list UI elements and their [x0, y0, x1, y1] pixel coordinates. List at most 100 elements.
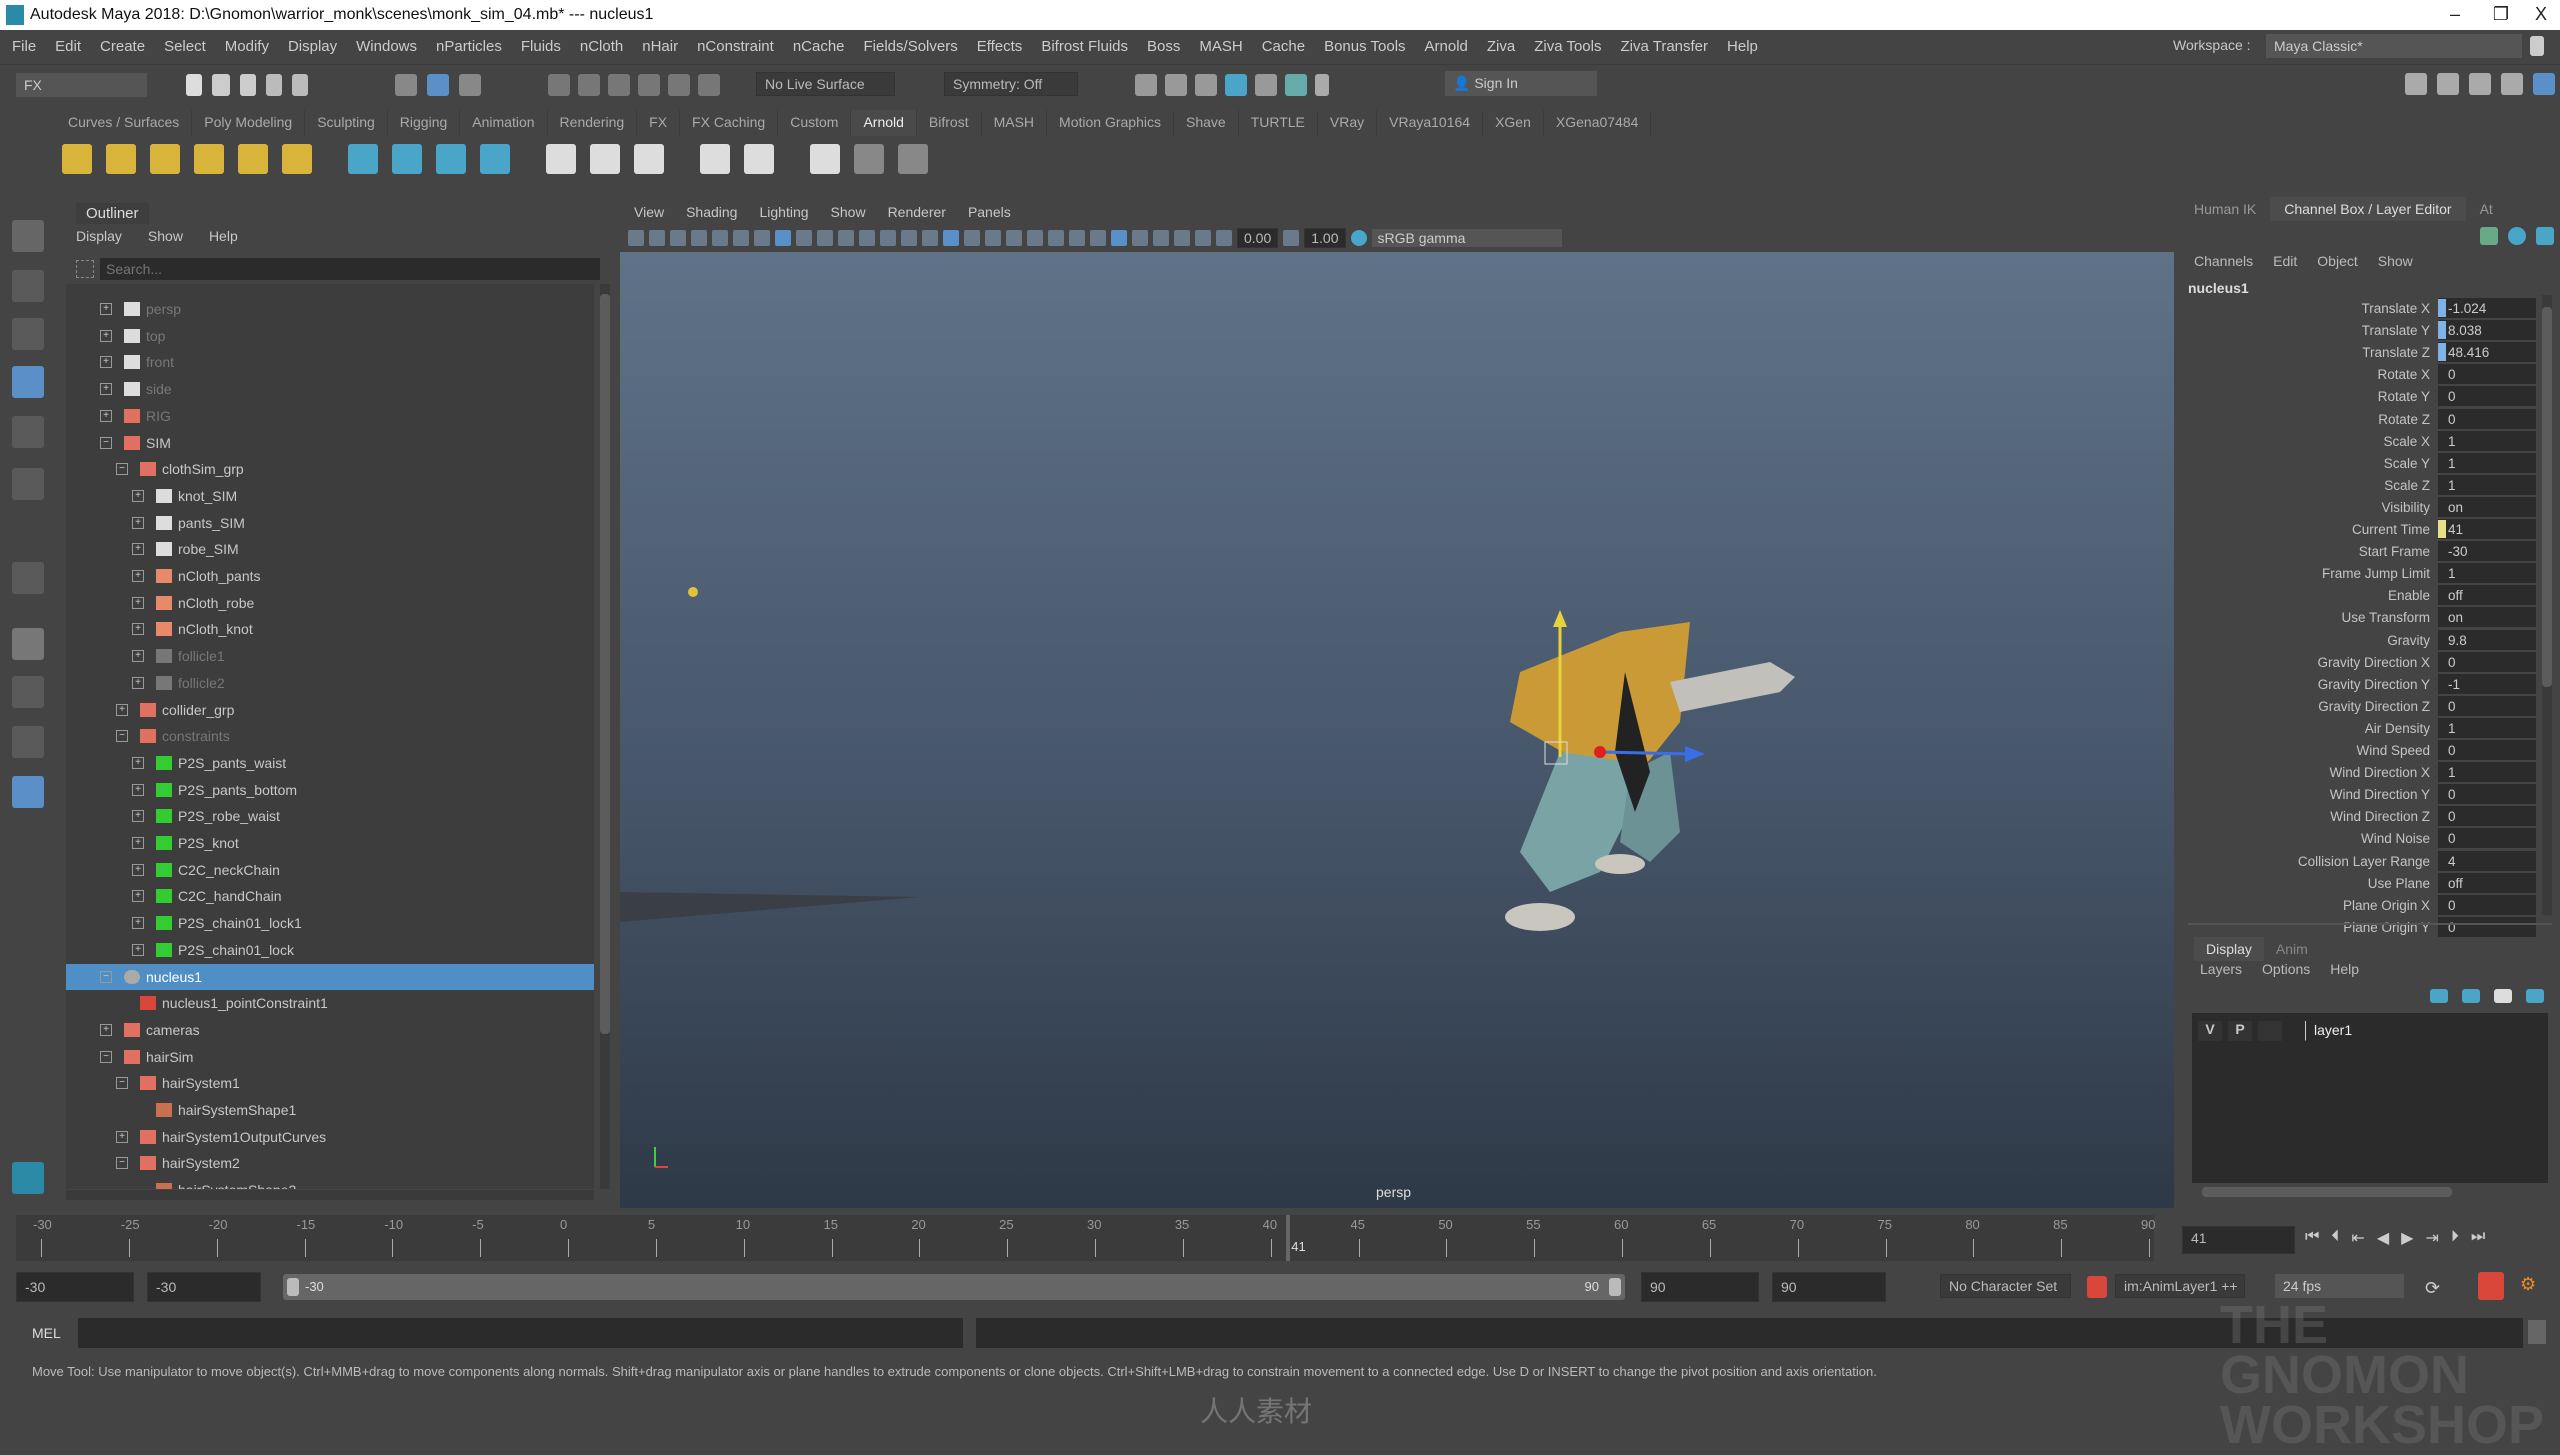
shelf-tab-curves-surfaces[interactable]: Curves / Surfaces	[56, 110, 193, 136]
shelf-tab-shave[interactable]: Shave	[1174, 110, 1239, 136]
snap-surface-icon[interactable]	[668, 74, 690, 96]
channel-label[interactable]: Current Time	[2352, 519, 2430, 540]
expand-icon[interactable]: +	[132, 890, 144, 903]
menu-mash[interactable]: MASH	[1199, 38, 1242, 55]
menu-create[interactable]: Create	[100, 38, 145, 55]
menu-cache[interactable]: Cache	[1262, 38, 1305, 55]
collapse-icon[interactable]: −	[116, 1157, 128, 1170]
scale-tool-icon[interactable]	[12, 468, 44, 500]
outliner-menu-show[interactable]: Show	[148, 228, 183, 244]
channel-value-field[interactable]: 0	[2438, 784, 2536, 805]
rotate-tool-icon[interactable]	[12, 416, 44, 448]
outliner-item[interactable]: + robe_SIM	[66, 536, 594, 562]
close-button[interactable]: X	[2526, 4, 2556, 25]
exposure-field[interactable]: 0.00	[1237, 228, 1279, 248]
single-perspective-layout-icon[interactable]	[12, 628, 44, 660]
loop-icon[interactable]: ⟳	[2425, 1278, 2440, 1299]
safe-title-icon[interactable]	[901, 230, 917, 246]
channel-label[interactable]: Scale Z	[2384, 475, 2430, 496]
shelf-tab-arnold[interactable]: Arnold	[851, 110, 917, 136]
layer-color-icon[interactable]	[2290, 1021, 2306, 1041]
outliner-menu-display[interactable]: Display	[76, 228, 122, 244]
menu-fields-solvers[interactable]: Fields/Solvers	[864, 38, 958, 55]
viewport-menu-view[interactable]: View	[634, 204, 664, 220]
shelf-tab-mash[interactable]: MASH	[982, 110, 1048, 136]
shelf-button-icon[interactable]	[854, 144, 884, 174]
shelf-tab-rendering[interactable]: Rendering	[548, 110, 638, 136]
expand-icon[interactable]: +	[132, 543, 144, 556]
tool-settings-icon[interactable]	[2501, 73, 2523, 95]
image-plane-icon[interactable]	[712, 230, 728, 246]
channel-value-field[interactable]: off	[2438, 872, 2536, 893]
grease-pencil-icon[interactable]	[754, 230, 770, 246]
display-type-toggle[interactable]	[2258, 1021, 2282, 1041]
new-layer-selected-icon[interactable]	[2526, 989, 2544, 1003]
menu-ziva-tools[interactable]: Ziva Tools	[1534, 38, 1601, 55]
modeling-toolkit-icon[interactable]	[2405, 73, 2427, 95]
outliner-item[interactable]: hairSystemShape1	[66, 1097, 594, 1123]
play-forwards-button[interactable]: ▶	[2401, 1228, 2413, 1248]
live-surface-field[interactable]: No Live Surface	[756, 72, 895, 96]
outliner-item[interactable]: + knot_SIM	[66, 483, 594, 509]
menu-modify[interactable]: Modify	[225, 38, 269, 55]
menu-bifrost-fluids[interactable]: Bifrost Fluids	[1041, 38, 1128, 55]
panel-splitter[interactable]	[2188, 923, 2552, 925]
render-view-icon[interactable]	[1285, 74, 1307, 96]
channel-label[interactable]: Wind Direction X	[2329, 762, 2430, 783]
outliner-item[interactable]: + P2S_chain01_lock1	[66, 910, 594, 936]
animation-preferences-icon[interactable]: ⚙	[2520, 1274, 2542, 1298]
menu-ziva-transfer[interactable]: Ziva Transfer	[1621, 38, 1709, 55]
outliner-item[interactable]: + C2C_neckChain	[66, 857, 594, 883]
outliner-scrollbar[interactable]	[600, 284, 610, 1189]
viewport-menu-panels[interactable]: Panels	[968, 204, 1011, 220]
shelf-tab-xgen[interactable]: XGen	[1483, 110, 1544, 136]
channel-label[interactable]: Air Density	[2365, 718, 2430, 739]
render-sequence-icon[interactable]	[1165, 74, 1187, 96]
wireframe-on-shaded-icon[interactable]	[985, 230, 1001, 246]
new-layer-icon[interactable]	[2494, 989, 2512, 1003]
shelf-button-icon[interactable]	[480, 144, 510, 174]
isolate-select-icon[interactable]	[1132, 230, 1148, 246]
resolution-gate-icon[interactable]	[817, 230, 833, 246]
redo-icon[interactable]	[292, 74, 308, 96]
shelf-tab-vray[interactable]: VRay	[1318, 110, 1378, 136]
channel-label[interactable]: Scale X	[2383, 431, 2430, 452]
channel-label[interactable]: Translate X	[2361, 298, 2430, 319]
outliner-search-input[interactable]	[100, 258, 600, 280]
channel-value-field[interactable]: 0	[2438, 916, 2536, 937]
shelf-button-icon[interactable]	[436, 144, 466, 174]
snap-curve-icon[interactable]	[578, 74, 600, 96]
layer-menu-options[interactable]: Options	[2262, 961, 2310, 977]
channel-label[interactable]: Start Frame	[2359, 541, 2430, 562]
gate-mask-icon[interactable]	[838, 230, 854, 246]
current-time-indicator[interactable]	[1286, 1215, 1291, 1261]
menu-ziva[interactable]: Ziva	[1487, 38, 1515, 55]
collapse-icon[interactable]: −	[116, 730, 128, 743]
menu-edit[interactable]: Edit	[55, 38, 81, 55]
collapse-icon[interactable]: −	[116, 463, 128, 476]
channel-label[interactable]: Plane Origin Y	[2343, 917, 2430, 938]
play-backwards-button[interactable]: ◀	[2377, 1228, 2389, 1248]
layer-menu-layers[interactable]: Layers	[2200, 961, 2242, 977]
new-scene-icon[interactable]	[186, 74, 202, 96]
outliner-item[interactable]: + P2S_knot	[66, 830, 594, 856]
layer-hscrollbar[interactable]	[2202, 1187, 2452, 1197]
menu-bonus-tools[interactable]: Bonus Tools	[1324, 38, 1405, 55]
channel-label[interactable]: Plane Origin X	[2343, 895, 2430, 916]
ipr-render-icon[interactable]	[1195, 74, 1217, 96]
camera-lock-icon[interactable]	[649, 230, 665, 246]
mel-command-input[interactable]	[78, 1318, 963, 1348]
color-management-icon[interactable]	[1350, 230, 1367, 246]
pause-icon[interactable]	[1315, 74, 1329, 96]
outliner-item[interactable]: + front	[66, 349, 594, 375]
outliner-item[interactable]: + hairSystem1OutputCurves	[66, 1124, 594, 1150]
xray-icon[interactable]	[1153, 230, 1169, 246]
shelf-button-icon[interactable]	[194, 144, 224, 174]
symmetry-dropdown[interactable]: Symmetry: Off	[944, 72, 1078, 96]
outliner-hscrollbar[interactable]	[66, 1190, 594, 1200]
channel-value-field[interactable]: 48.416	[2438, 342, 2536, 363]
select-hierarchy-icon[interactable]	[395, 74, 417, 96]
outliner-item[interactable]: + nCloth_robe	[66, 590, 594, 616]
channel-label[interactable]: Wind Noise	[2361, 828, 2430, 849]
attribute-editor-icon[interactable]	[2469, 73, 2491, 95]
